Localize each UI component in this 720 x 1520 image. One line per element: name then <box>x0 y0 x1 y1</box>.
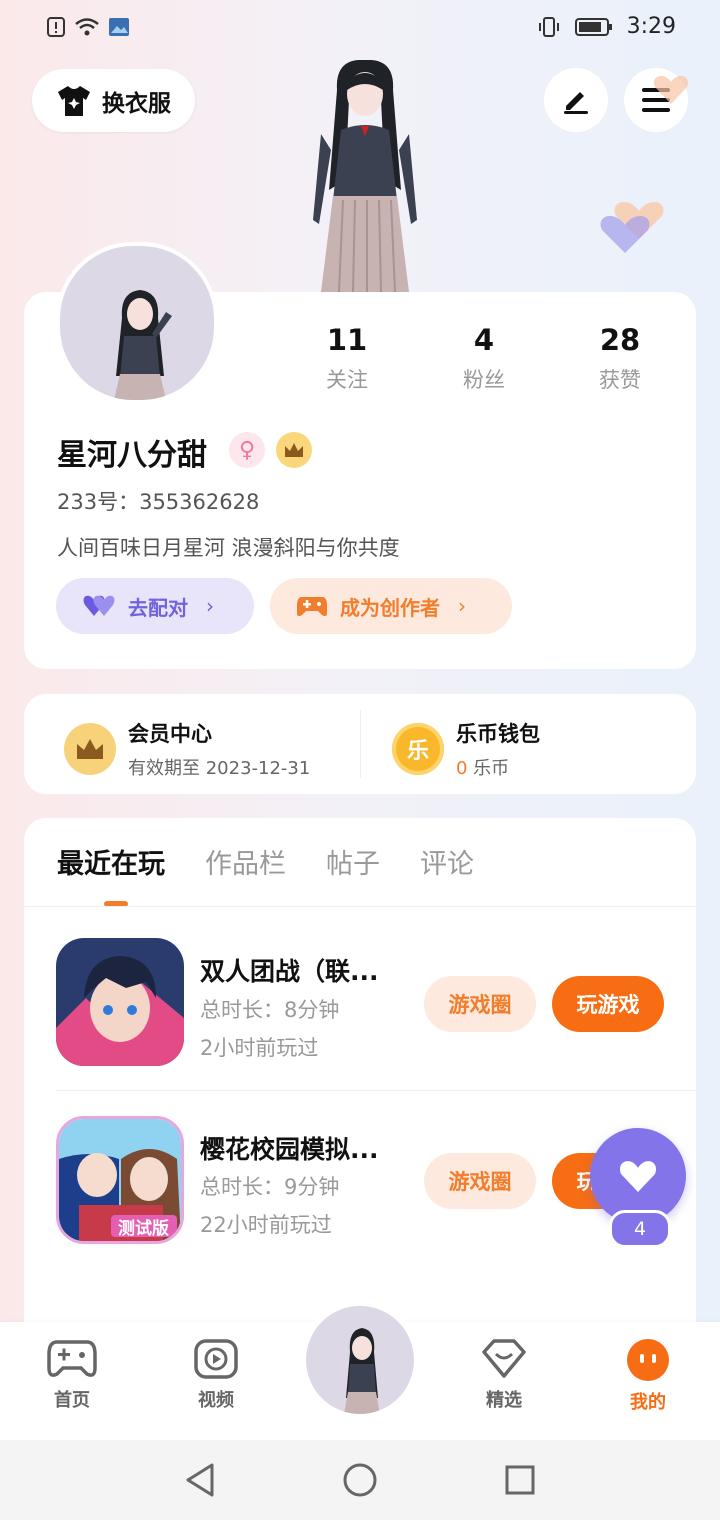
status-bar: 3:29 <box>0 0 720 56</box>
nav-video[interactable]: 视频 <box>161 1338 271 1412</box>
nav-featured-label: 精选 <box>486 1390 522 1411</box>
small-heart-icon <box>653 75 689 104</box>
change-outfit-button[interactable]: 换衣服 <box>32 69 195 132</box>
face-icon <box>627 1339 669 1381</box>
row-divider <box>56 1090 696 1091</box>
stat-fans-number: 4 <box>473 323 495 357</box>
stat-likes-number: 28 <box>599 323 641 357</box>
profile-avatar[interactable] <box>56 242 218 404</box>
gallery-icon <box>109 18 129 36</box>
divider <box>360 710 361 778</box>
battery-icon <box>574 17 612 36</box>
game-title: 樱花校园模拟... <box>200 1135 379 1164</box>
game-duration: 总时长：9分钟 <box>200 1175 340 1199</box>
game-last-played: 22小时前玩过 <box>200 1213 332 1237</box>
vip-crown-icon <box>64 723 116 775</box>
nav-home[interactable]: 首页 <box>17 1338 127 1412</box>
game-circle-button[interactable]: 游戏圈 <box>424 976 536 1032</box>
profile-name: 星河八分甜 <box>57 438 207 473</box>
become-creator-label: 成为创作者 <box>340 595 440 620</box>
like-count-badge: 4 <box>609 1210 671 1248</box>
game-circle-button[interactable]: 游戏圈 <box>424 1153 536 1209</box>
wallet-amount: 0 <box>456 758 468 779</box>
shirt-icon <box>58 85 90 116</box>
become-creator-button[interactable]: 成为创作者 › <box>270 578 512 634</box>
crown-badge-icon[interactable] <box>276 432 312 468</box>
video-icon <box>194 1339 238 1379</box>
stat-following-label: 关注 <box>326 368 368 392</box>
hearts-decoration-icon <box>600 201 664 253</box>
tab-works[interactable]: 作品栏 <box>205 842 286 881</box>
wallet-title: 乐币钱包 <box>456 722 540 746</box>
wifi-icon <box>75 18 99 36</box>
stat-fans[interactable]: 4 粉丝 <box>429 320 539 394</box>
avatar-character[interactable] <box>285 60 445 292</box>
nav-avatar-figure-icon <box>344 1328 380 1414</box>
game-last-played: 2小时前玩过 <box>200 1036 319 1060</box>
status-right: 3:29 <box>537 14 676 39</box>
match-label: 去配对 <box>128 595 188 620</box>
vip-expiry: 有效期至 2023-12-31 <box>128 758 311 779</box>
wallet[interactable]: 乐 乐币钱包 0 乐币 <box>392 718 540 780</box>
alert-icon <box>47 17 65 37</box>
stat-fans-label: 粉丝 <box>463 368 505 392</box>
change-outfit-label: 换衣服 <box>102 90 171 117</box>
nav-avatar-button[interactable] <box>306 1306 414 1414</box>
vip-center[interactable]: 会员中心 有效期至 2023-12-31 <box>64 718 310 780</box>
tab-recent[interactable]: 最近在玩 <box>57 842 165 881</box>
game-duration: 总时长：8分钟 <box>200 998 340 1022</box>
stat-following-number: 11 <box>326 323 368 357</box>
heart-icon <box>619 1161 657 1192</box>
tab-posts[interactable]: 帖子 <box>326 842 380 881</box>
stat-likes[interactable]: 28 获赞 <box>565 320 675 394</box>
female-icon: ♀ <box>229 432 265 468</box>
edit-button[interactable] <box>544 68 608 132</box>
profile-bio: 人间百味日月星河 浪漫斜阳与你共度 <box>57 536 400 560</box>
game-icon <box>56 938 184 1066</box>
heart-box-icon <box>482 1339 526 1378</box>
match-heart-icon <box>83 595 115 616</box>
stat-following[interactable]: 11 关注 <box>292 320 402 394</box>
gamepad-nav-icon <box>47 1340 97 1377</box>
status-time: 3:29 <box>626 14 676 39</box>
recents-icon[interactable] <box>504 1464 536 1496</box>
stat-likes-label: 获赞 <box>599 368 641 392</box>
vibrate-icon <box>538 16 559 37</box>
test-version-tag: 测试版 <box>118 1219 169 1239</box>
coin-icon: 乐 <box>392 723 444 775</box>
wallet-balance: 0 乐币 <box>456 754 540 780</box>
home-icon[interactable] <box>342 1462 378 1498</box>
user-id: 233号：355362628 <box>57 490 260 514</box>
chevron-right-icon: › <box>206 594 214 618</box>
pen-icon <box>564 92 588 114</box>
nav-featured[interactable]: 精选 <box>449 1338 559 1412</box>
game-title: 双人团战（联... <box>200 957 379 986</box>
profile-tabs: 最近在玩 作品栏 帖子 评论 <box>57 842 474 881</box>
play-game-button[interactable]: 玩游戏 <box>552 976 664 1032</box>
nav-mine[interactable]: 我的 <box>593 1338 703 1414</box>
tab-divider <box>24 906 696 907</box>
nav-mine-label: 我的 <box>630 1392 666 1413</box>
tab-comments[interactable]: 评论 <box>420 842 474 881</box>
game-row[interactable] <box>56 938 184 1066</box>
vip-title: 会员中心 <box>128 722 212 746</box>
match-button[interactable]: 去配对 › <box>56 578 254 634</box>
nav-video-label: 视频 <box>198 1390 234 1411</box>
avatar-figure-icon <box>114 290 172 400</box>
system-nav-bar <box>0 1440 720 1520</box>
status-left-icons <box>46 16 130 38</box>
back-icon[interactable] <box>184 1462 216 1498</box>
chevron-right-icon: › <box>458 594 466 618</box>
wallet-unit: 乐币 <box>467 758 510 779</box>
gamepad-icon <box>297 597 327 617</box>
nav-home-label: 首页 <box>54 1390 90 1411</box>
